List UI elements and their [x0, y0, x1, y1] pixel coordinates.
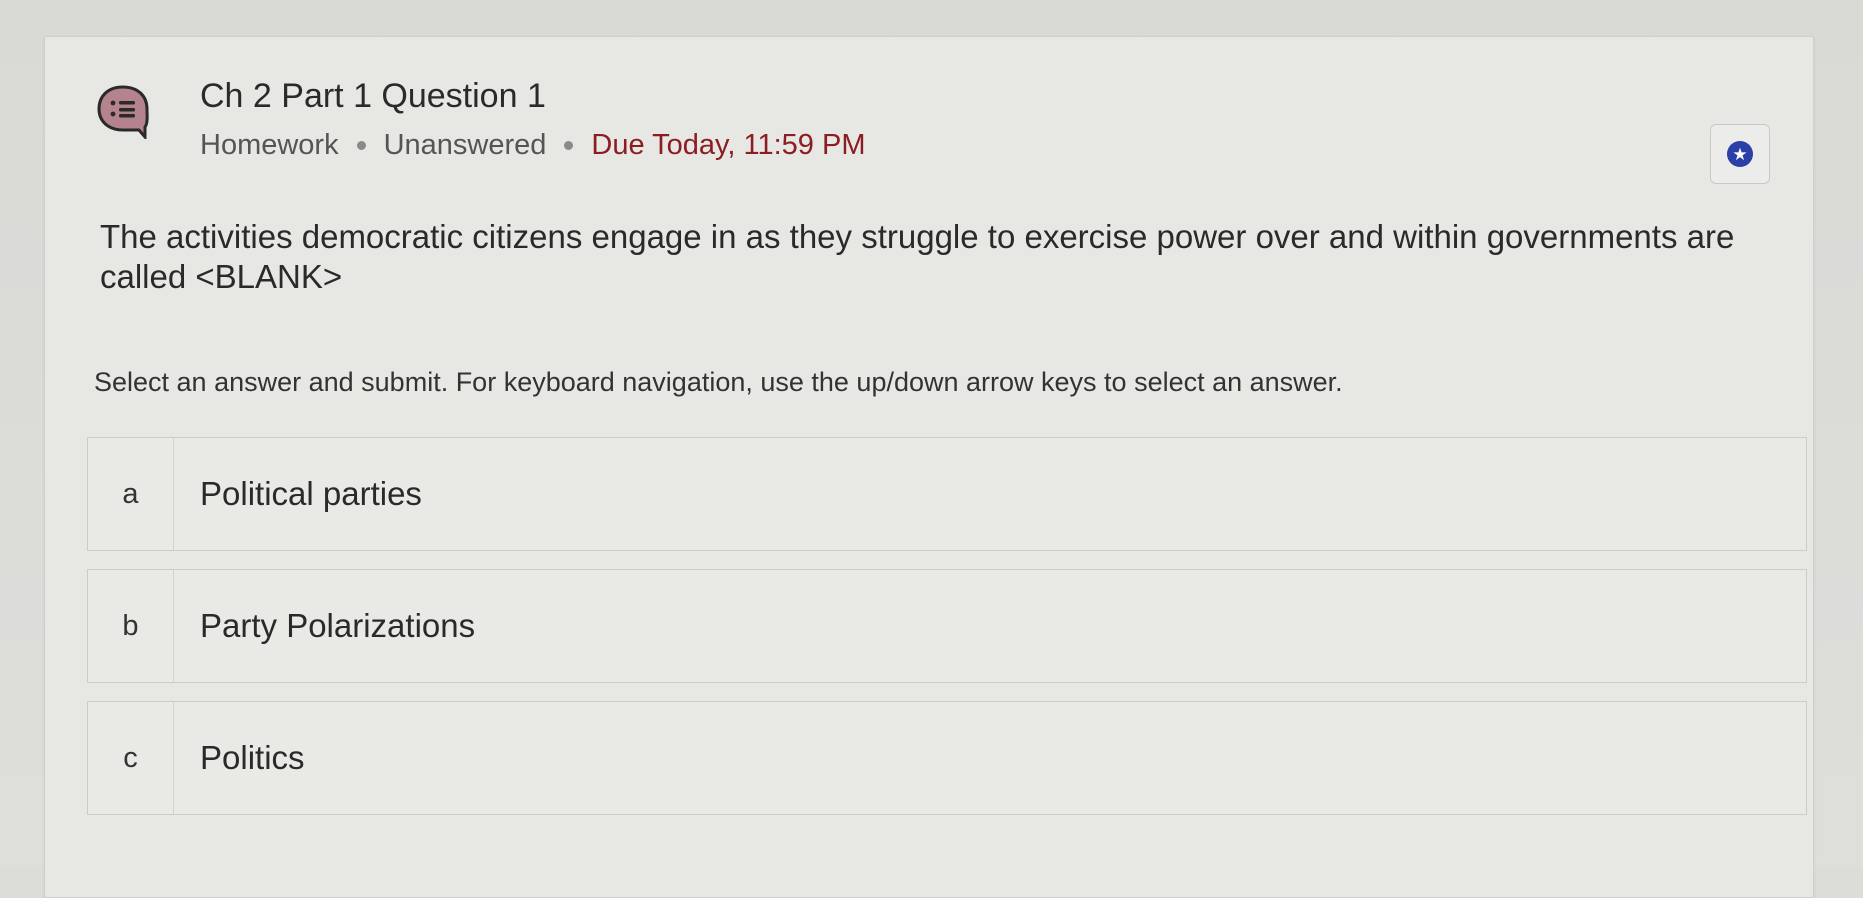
- option-letter: c: [88, 702, 174, 814]
- option-letter: b: [88, 570, 174, 682]
- option-letter: a: [88, 438, 174, 550]
- option-text: Politics: [200, 739, 305, 776]
- answer-option-b[interactable]: b Party Polarizations: [87, 569, 1807, 683]
- separator-dot: [356, 141, 366, 150]
- separator-dot: [564, 141, 574, 150]
- page: Ch 2 Part 1 Question 1 Homework Unanswer…: [0, 0, 1863, 898]
- answer-option-a[interactable]: a Political parties: [87, 437, 1807, 551]
- assignment-type: Homework: [200, 129, 339, 161]
- question-title: Ch 2 Part 1 Question 1: [200, 77, 546, 115]
- bookmark-button[interactable]: ★: [1710, 124, 1770, 184]
- star-icon: ★: [1727, 141, 1753, 167]
- question-list-icon: [97, 85, 149, 139]
- answer-status: Unanswered: [383, 129, 547, 161]
- option-text: Political parties: [200, 475, 422, 512]
- option-text: Party Polarizations: [200, 607, 476, 644]
- due-date: Due Today, 11:59 PM: [591, 129, 866, 161]
- answer-option-c[interactable]: c Politics: [87, 701, 1807, 815]
- answer-options: a Political parties b Party Polarization…: [87, 437, 1807, 833]
- question-meta: Homework Unanswered Due Today, 11:59 PM: [200, 129, 865, 162]
- question-card: Ch 2 Part 1 Question 1 Homework Unanswer…: [44, 36, 1814, 898]
- answer-instructions: Select an answer and submit. For keyboar…: [94, 367, 1343, 397]
- question-prompt: The activities democratic citizens engag…: [100, 218, 1735, 295]
